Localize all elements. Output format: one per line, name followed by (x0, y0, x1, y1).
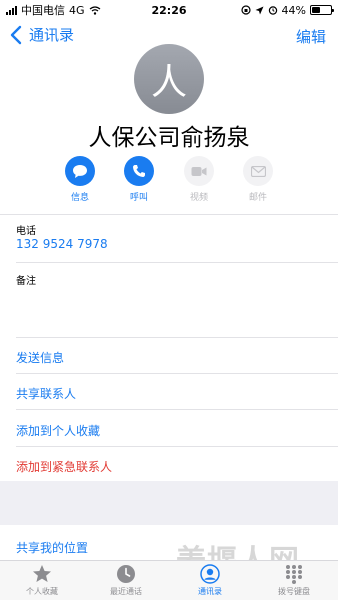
call-action-button[interactable]: 呼叫 (119, 156, 159, 203)
send-message-link[interactable]: 发送信息 (16, 349, 64, 366)
phone-number-link[interactable]: 132 9524 7978 (16, 237, 108, 251)
tab-recents[interactable]: 最近通话 (96, 563, 156, 597)
message-action-button[interactable]: 信息 (60, 156, 100, 203)
status-right: 44% (240, 3, 334, 17)
edit-button[interactable]: 编辑 (296, 26, 326, 47)
mail-icon (243, 156, 273, 186)
tab-favorites-label: 个人收藏 (26, 587, 58, 596)
battery-level (312, 7, 320, 13)
back-button[interactable]: 通讯录 (8, 24, 74, 45)
network-label: 4G (69, 3, 85, 17)
status-bar: 中国电信 4G 22:26 44% (0, 0, 338, 20)
message-icon (65, 156, 95, 186)
star-icon (31, 563, 53, 585)
divider (0, 214, 338, 215)
divider (16, 409, 338, 410)
chevron-left-icon (10, 25, 22, 44)
divider (16, 446, 338, 447)
tab-contacts-label: 通讯录 (198, 587, 222, 596)
avatar: 人 (134, 44, 204, 114)
video-action-label: 视频 (189, 193, 208, 203)
signal-strength-icon (6, 5, 17, 15)
tab-keypad[interactable]: 拨号键盘 (264, 563, 324, 597)
tab-recents-label: 最近通话 (110, 587, 142, 596)
alarm-icon (268, 6, 277, 15)
notes-field[interactable] (16, 337, 338, 338)
share-contact-link[interactable]: 共享联系人 (16, 385, 76, 402)
add-emergency-contact-link[interactable]: 添加到紧急联系人 (16, 458, 112, 475)
tab-keypad-label: 拨号键盘 (278, 587, 310, 596)
mail-action-label: 邮件 (248, 193, 267, 203)
divider (16, 373, 338, 374)
contacts-icon (199, 563, 221, 585)
video-icon (184, 156, 214, 186)
battery-icon (310, 5, 334, 15)
call-action-label: 呼叫 (129, 193, 148, 203)
status-left: 中国电信 4G (6, 2, 101, 18)
tab-favorites[interactable]: 个人收藏 (12, 563, 72, 597)
notes-field-label: 备注 (16, 276, 36, 287)
message-action-label: 信息 (70, 193, 89, 203)
contact-name: 人保公司俞扬泉 (88, 125, 250, 151)
mail-action-button[interactable]: 邮件 (238, 156, 278, 203)
battery-percent: 44% (281, 3, 306, 17)
phone-field-label: 电话 (16, 226, 36, 237)
divider (16, 262, 338, 263)
keypad-icon (283, 563, 305, 585)
orientation-lock-icon (240, 5, 251, 15)
section-separator (0, 481, 338, 525)
action-buttons: 信息 呼叫 视频 邮件 (60, 156, 278, 204)
location-icon (255, 6, 264, 14)
tab-bar: 个人收藏 最近通话 通讯录 拨号键盘 (0, 560, 338, 600)
back-button-label: 通讯录 (29, 26, 75, 44)
video-action-button[interactable]: 视频 (179, 156, 219, 203)
wifi-icon (89, 5, 100, 15)
carrier-label: 中国电信 (21, 4, 65, 17)
share-location-link[interactable]: 共享我的位置 (16, 539, 88, 556)
tab-contacts[interactable]: 通讯录 (180, 563, 240, 597)
clock-icon (115, 563, 137, 585)
add-to-favorites-link[interactable]: 添加到个人收藏 (16, 422, 100, 439)
phone-icon (124, 156, 154, 186)
